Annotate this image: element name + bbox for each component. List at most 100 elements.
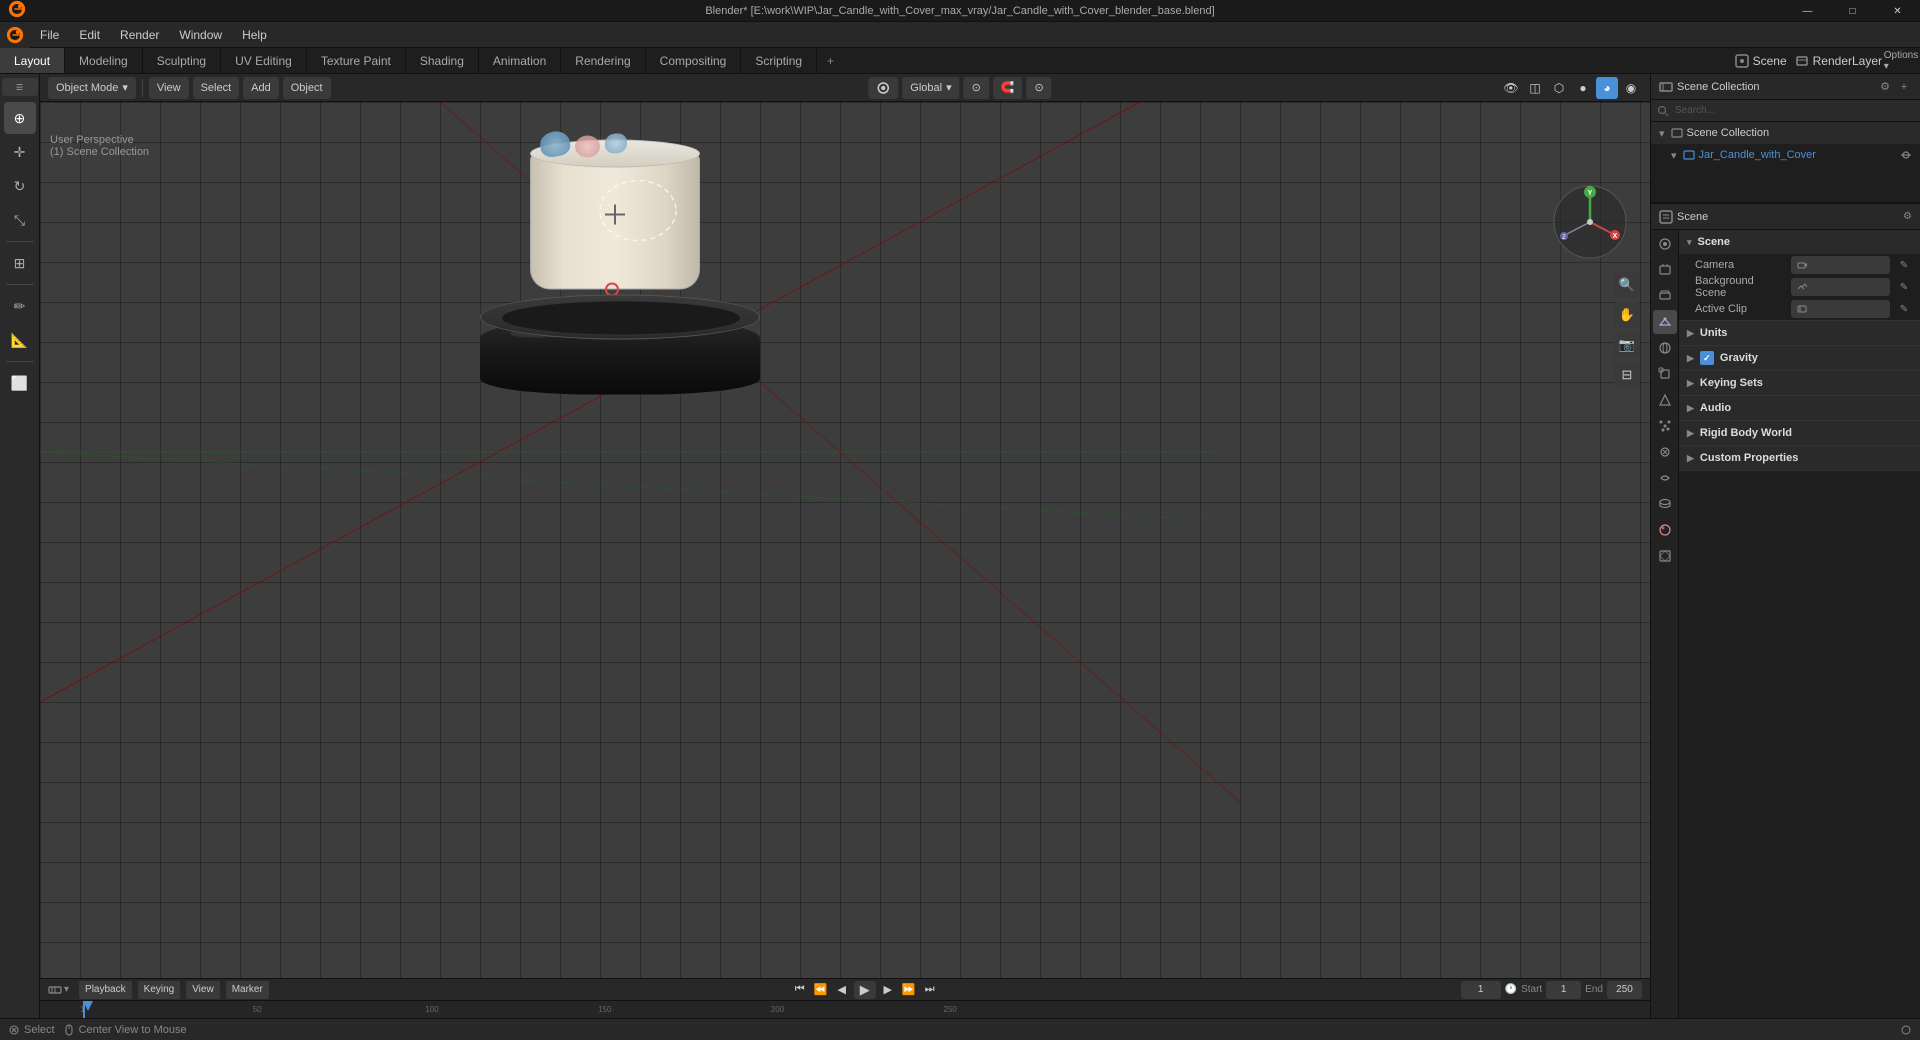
measure-tool[interactable]: 📐 (4, 324, 36, 356)
zoom-in-btn[interactable]: 🔍 (1614, 272, 1640, 298)
tab-animation[interactable]: Animation (479, 48, 561, 73)
menu-help[interactable]: Help (232, 22, 277, 48)
maximize-button[interactable]: □ (1830, 0, 1875, 22)
wireframe-icon[interactable]: ⬡ (1548, 77, 1570, 99)
select-menu-btn[interactable]: Select (193, 77, 240, 99)
mode-select-btn[interactable]: Object Mode ▾ (48, 77, 136, 99)
annotate-tool[interactable]: ✏ (4, 290, 36, 322)
view-menu-btn[interactable]: View (149, 77, 189, 99)
clip-edit-btn[interactable]: ✎ (1896, 301, 1912, 317)
active-clip-field[interactable] (1791, 300, 1890, 318)
blender-menu-logo[interactable] (0, 22, 30, 48)
xray-icon[interactable]: ◫ (1524, 77, 1546, 99)
prop-tab-texture[interactable] (1653, 544, 1677, 568)
prev-keyframe-btn[interactable]: ◀ (833, 981, 851, 999)
outliner-new-btn[interactable]: + (1896, 79, 1912, 95)
view-btn[interactable]: View (186, 981, 220, 999)
timeline-scrubber[interactable]: 1 50 100 150 200 250 (40, 1001, 1650, 1018)
proportional-btn[interactable]: ⊙ (1027, 77, 1052, 99)
end-frame-input[interactable]: 250 (1607, 981, 1642, 999)
rotate-tool[interactable]: ↻ (4, 170, 36, 202)
tab-shading[interactable]: Shading (406, 48, 479, 73)
next-keyframe-btn[interactable]: ▶ (879, 981, 897, 999)
prop-tab-modifier[interactable] (1653, 388, 1677, 412)
prop-tab-object[interactable] (1653, 362, 1677, 386)
menu-window[interactable]: Window (169, 22, 232, 48)
minimize-button[interactable]: — (1785, 0, 1830, 22)
tab-layout[interactable]: Layout (0, 48, 65, 73)
scene-section-header[interactable]: ▾ Scene (1679, 230, 1920, 254)
jump-start-btn[interactable]: ⏮ (791, 981, 809, 999)
prop-tab-world[interactable] (1653, 336, 1677, 360)
background-edit-btn[interactable]: ✎ (1896, 279, 1912, 295)
snapping-btn[interactable]: 🧲 (993, 77, 1023, 99)
outliner-filter-btn[interactable]: ⚙ (1877, 79, 1893, 95)
options-button[interactable]: Options ▾ (1890, 50, 1912, 72)
tab-compositing[interactable]: Compositing (646, 48, 742, 73)
prop-tab-view-layer[interactable] (1653, 284, 1677, 308)
camera-edit-btn[interactable]: ✎ (1896, 257, 1912, 273)
properties-options-btn[interactable]: ⚙ (1903, 211, 1912, 222)
play-btn[interactable]: ▶ (854, 981, 876, 999)
prop-tab-physics[interactable] (1653, 440, 1677, 464)
visibility-icon[interactable] (1900, 149, 1912, 161)
prop-tab-output[interactable] (1653, 258, 1677, 282)
camera-btn[interactable]: 📷 (1614, 332, 1640, 358)
viewport-3d[interactable]: User Perspective (1) Scene Collection (40, 102, 1650, 978)
gravity-checkbox[interactable]: ✓ (1700, 351, 1714, 365)
move-tool[interactable]: ✛ (4, 136, 36, 168)
next-frame-btn[interactable]: ⏩ (900, 981, 918, 999)
prev-frame-btn[interactable]: ⏪ (812, 981, 830, 999)
object-menu-btn[interactable]: Object (283, 77, 331, 99)
add-cube-tool[interactable]: ⬜ (4, 367, 36, 399)
transform-orient-btn[interactable]: Global▾ (902, 77, 959, 99)
scale-tool[interactable]: ⤡ (4, 204, 36, 236)
solid-icon[interactable]: ● (1572, 77, 1594, 99)
pivot-btn[interactable]: ⊙ (964, 77, 989, 99)
tab-uv-editing[interactable]: UV Editing (221, 48, 307, 73)
tab-scripting[interactable]: Scripting (741, 48, 817, 73)
menu-render[interactable]: Render (110, 22, 169, 48)
mode-dropdown[interactable]: ☰ (2, 78, 38, 96)
gravity-section-header[interactable]: ▶ ✓ Gravity (1679, 346, 1920, 370)
add-menu-btn[interactable]: Add (243, 77, 279, 99)
prop-tab-scene[interactable] (1653, 310, 1677, 334)
tab-modeling[interactable]: Modeling (65, 48, 143, 73)
viewport-shading-btn[interactable] (868, 77, 898, 99)
ortho-btn[interactable]: ⊟ (1614, 362, 1640, 388)
keying-sets-section-header[interactable]: ▶ Keying Sets (1679, 371, 1920, 395)
menu-edit[interactable]: Edit (69, 22, 110, 48)
hand-btn[interactable]: ✋ (1614, 302, 1640, 328)
prop-tab-data[interactable] (1653, 492, 1677, 516)
material-preview-icon[interactable]: ◕ (1596, 77, 1618, 99)
tab-sculpting[interactable]: Sculpting (143, 48, 221, 73)
units-section-header[interactable]: ▶ Units (1679, 321, 1920, 345)
start-frame-input[interactable]: 1 (1546, 981, 1581, 999)
keying-btn[interactable]: Keying (138, 981, 181, 999)
tab-texture-paint[interactable]: Texture Paint (307, 48, 406, 73)
rendered-icon[interactable]: ◉ (1620, 77, 1642, 99)
current-frame-input[interactable]: 1 (1461, 981, 1501, 999)
prop-tab-render[interactable] (1653, 232, 1677, 256)
outliner-scene-collection[interactable]: ▾ Scene Collection (1651, 122, 1920, 144)
close-button[interactable]: ✕ (1875, 0, 1920, 22)
custom-props-section-header[interactable]: ▶ Custom Properties (1679, 446, 1920, 470)
cursor-tool[interactable]: ⊕ (4, 102, 36, 134)
transform-tool[interactable]: ⊞ (4, 247, 36, 279)
audio-section-header[interactable]: ▶ Audio (1679, 396, 1920, 420)
timeline-type-icon[interactable]: ▾ (48, 983, 69, 997)
background-scene-field[interactable] (1791, 278, 1890, 296)
marker-btn[interactable]: Marker (226, 981, 269, 999)
outliner-jar-candle[interactable]: ▾ Jar_Candle_with_Cover (1651, 144, 1920, 166)
playback-btn[interactable]: Playback (79, 981, 132, 999)
add-workspace-button[interactable]: + (817, 48, 844, 73)
prop-tab-constraints[interactable] (1653, 466, 1677, 490)
rigid-body-section-header[interactable]: ▶ Rigid Body World (1679, 421, 1920, 445)
navigation-gizmo[interactable]: Y X Z (1550, 182, 1630, 262)
prop-tab-material[interactable] (1653, 518, 1677, 542)
tab-rendering[interactable]: Rendering (561, 48, 645, 73)
menu-file[interactable]: File (30, 22, 69, 48)
camera-field[interactable] (1791, 256, 1890, 274)
jump-end-btn[interactable]: ⏭ (921, 981, 939, 999)
prop-tab-particles[interactable] (1653, 414, 1677, 438)
